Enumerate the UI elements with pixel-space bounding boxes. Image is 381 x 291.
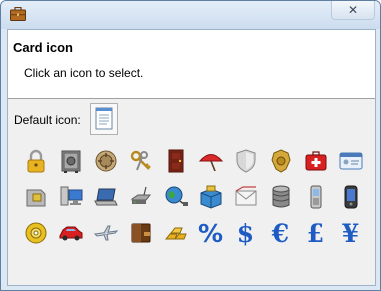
close-button[interactable]: ✕ — [331, 1, 375, 20]
dialog-window: ✕ Card icon Click an icon to select. Def… — [0, 0, 381, 291]
icon-option-globe-network[interactable] — [158, 179, 193, 215]
car-icon — [59, 226, 82, 241]
title-bar[interactable]: ✕ — [1, 1, 380, 29]
icon-option-package[interactable] — [193, 179, 228, 215]
icon-option-shield[interactable] — [228, 143, 263, 179]
keys-icon — [130, 150, 151, 171]
pound-icon: £ — [306, 218, 325, 248]
briefcase-icon — [10, 7, 26, 21]
dialog-header: Card icon Click an icon to select. — [8, 30, 375, 99]
icon-option-laptop[interactable] — [88, 179, 123, 215]
icon-option-gold-bars[interactable] — [158, 215, 193, 251]
mobile-phone-icon — [310, 185, 321, 209]
dialog-title: Card icon — [13, 40, 73, 55]
cd-disc-icon — [25, 222, 46, 244]
icon-option-first-aid[interactable] — [298, 143, 333, 179]
icon-option-yen[interactable]: ¥ — [333, 215, 368, 251]
airplane-icon — [93, 225, 118, 241]
icon-option-padlock[interactable] — [18, 143, 53, 179]
icon-option-vault-dial[interactable] — [88, 143, 123, 179]
notepad-icon — [95, 107, 113, 130]
sim-card-icon — [26, 189, 45, 207]
icon-option-network-computer[interactable] — [53, 179, 88, 215]
icon-option-id-card[interactable] — [333, 143, 368, 179]
icon-option-pda[interactable] — [333, 179, 368, 215]
icon-option-wallet[interactable] — [123, 215, 158, 251]
icon-option-mail[interactable] — [228, 179, 263, 215]
icon-option-pound[interactable]: £ — [298, 215, 333, 251]
icon-option-car[interactable] — [53, 215, 88, 251]
umbrella-icon — [198, 154, 223, 172]
network-computer-icon — [60, 186, 82, 206]
dialog-instructions: Click an icon to select. — [24, 66, 144, 80]
default-icon-label: Default icon: — [14, 113, 81, 127]
default-icon-button[interactable] — [90, 103, 118, 135]
first-aid-kit-icon — [305, 151, 326, 171]
police-badge-icon — [270, 149, 291, 173]
icon-option-safe[interactable] — [53, 143, 88, 179]
vault-dial-icon — [95, 150, 116, 172]
dollar-icon: $ — [236, 218, 255, 248]
percent-icon: % — [197, 218, 224, 248]
icon-option-dollar[interactable]: $ — [228, 215, 263, 251]
database-icon — [272, 185, 289, 208]
icon-grid: % $ € £ ¥ — [18, 143, 368, 251]
door-icon — [168, 149, 183, 173]
icon-option-euro[interactable]: € — [263, 215, 298, 251]
laptop-icon — [93, 188, 118, 206]
icon-option-mobile-phone[interactable] — [298, 179, 333, 215]
gold-bars-icon — [164, 227, 187, 240]
icon-option-router[interactable] — [123, 179, 158, 215]
euro-icon: € — [271, 218, 290, 248]
icon-option-door[interactable] — [158, 143, 193, 179]
dialog-client-area: Card icon Click an icon to select. Defau… — [7, 29, 376, 286]
icon-option-database[interactable] — [263, 179, 298, 215]
icon-option-umbrella[interactable] — [193, 143, 228, 179]
pda-icon — [344, 185, 357, 209]
icon-option-police-badge[interactable] — [263, 143, 298, 179]
icon-option-sim-card[interactable] — [18, 179, 53, 215]
package-icon — [200, 185, 221, 209]
safe-icon — [61, 150, 80, 173]
icon-option-cd-disc[interactable] — [18, 215, 53, 251]
wallet-icon — [131, 223, 150, 243]
padlock-icon — [27, 149, 44, 173]
icon-option-percent[interactable]: % — [193, 215, 228, 251]
shield-icon — [236, 149, 255, 173]
router-icon — [131, 186, 151, 204]
globe-network-icon — [165, 186, 188, 206]
icon-option-airplane[interactable] — [88, 215, 123, 251]
mail-icon — [235, 186, 256, 206]
id-card-icon — [339, 152, 362, 170]
icon-option-keys[interactable] — [123, 143, 158, 179]
yen-icon: ¥ — [341, 218, 360, 248]
